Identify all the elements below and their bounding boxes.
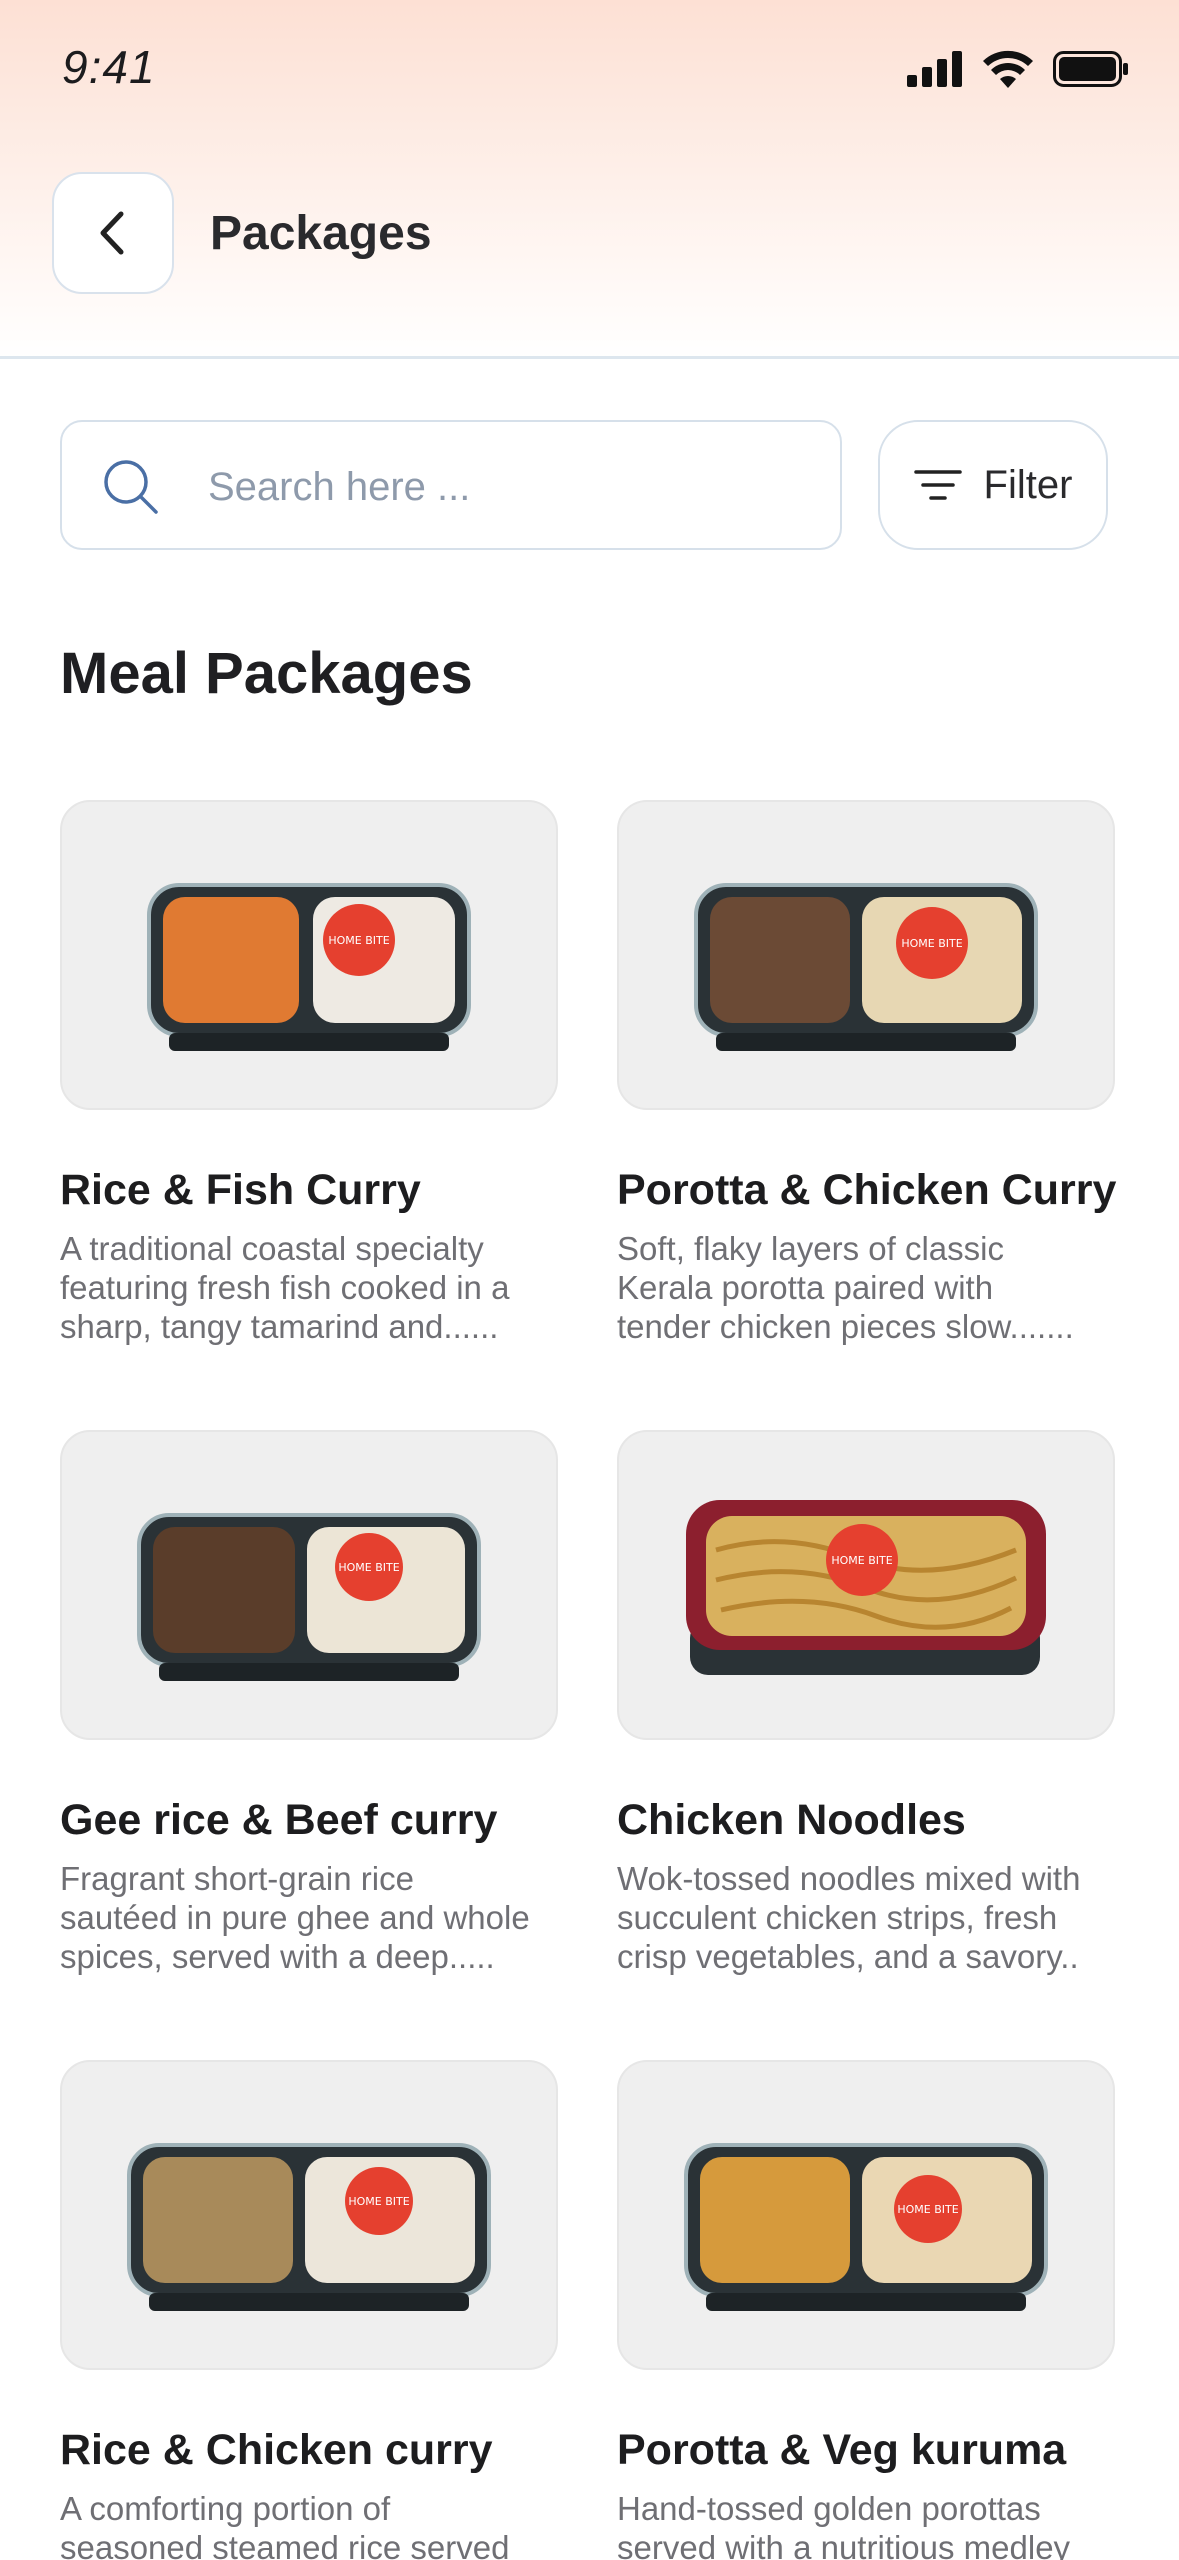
noodle-box-image: HOME BITE — [617, 1430, 1115, 1740]
filter-button[interactable]: Filter — [878, 420, 1108, 550]
package-title: Rice & Fish Curry — [60, 1166, 421, 1214]
meal-box-image: HOME BITE — [60, 800, 558, 1110]
package-title: Rice & Chicken curry — [60, 2426, 493, 2474]
search-input[interactable] — [208, 452, 808, 522]
header: Packages — [0, 172, 1179, 296]
package-title: Gee rice & Beef curry — [60, 1796, 498, 1844]
package-title: Porotta & Chicken Curry — [617, 1166, 1117, 1214]
package-description: A comforting portion of seasoned steamed… — [60, 2490, 510, 2560]
package-card[interactable]: HOME BITE Rice & Chicken curry A comfort… — [60, 2060, 558, 2560]
meal-box-image: HOME BITE — [617, 2060, 1115, 2370]
wifi-icon — [983, 50, 1033, 88]
package-description: Soft, flaky layers of classic Kerala por… — [617, 1230, 1074, 1345]
search-bar[interactable] — [60, 420, 842, 550]
brand-badge: HOME BITE — [328, 934, 389, 947]
meal-box-image: HOME BITE — [60, 1430, 558, 1740]
brand-badge: HOME BITE — [897, 2203, 958, 2216]
package-card[interactable]: HOME BITE Rice & Fish Curry A traditiona… — [60, 800, 558, 1349]
package-description: Wok-tossed noodles mixed with succulent … — [617, 1860, 1081, 1975]
filter-icon — [913, 470, 962, 500]
package-description: Hand-tossed golden porottas served with … — [617, 2490, 1071, 2560]
brand-badge: HOME BITE — [901, 937, 962, 950]
cellular-signal-icon — [907, 51, 962, 87]
chevron-left-icon — [100, 211, 124, 255]
header-divider — [0, 356, 1179, 359]
page-title: Packages — [210, 207, 432, 260]
package-card[interactable]: HOME BITE Porotta & Chicken Curry Soft, … — [617, 800, 1117, 1349]
package-title: Porotta & Veg kuruma — [617, 2426, 1067, 2474]
brand-badge: HOME BITE — [338, 1561, 399, 1574]
status-time: 9:41 — [62, 41, 156, 93]
package-card[interactable]: HOME BITE Gee rice & Beef curry Fragrant… — [60, 1430, 558, 1979]
status-icons — [907, 50, 1129, 88]
back-button[interactable] — [52, 172, 174, 294]
battery-icon — [1053, 51, 1128, 87]
meal-box-image: HOME BITE — [60, 2060, 558, 2370]
package-title: Chicken Noodles — [617, 1796, 966, 1844]
meal-box-image: HOME BITE — [617, 800, 1115, 1110]
status-bar: 9:41 — [0, 0, 1179, 140]
search-icon — [104, 460, 158, 514]
brand-badge: HOME BITE — [831, 1554, 892, 1567]
brand-badge: HOME BITE — [348, 2195, 409, 2208]
package-card[interactable]: HOME BITE Porotta & Veg kuruma Hand-toss… — [617, 2060, 1115, 2560]
filter-label: Filter — [983, 462, 1073, 507]
section-title: Meal Packages — [60, 641, 473, 706]
package-description: A traditional coastal specialty featurin… — [60, 1230, 510, 1345]
package-card[interactable]: HOME BITE Chicken Noodles Wok-tossed noo… — [617, 1430, 1115, 1979]
package-description: Fragrant short-grain rice sautéed in pur… — [60, 1860, 530, 1975]
